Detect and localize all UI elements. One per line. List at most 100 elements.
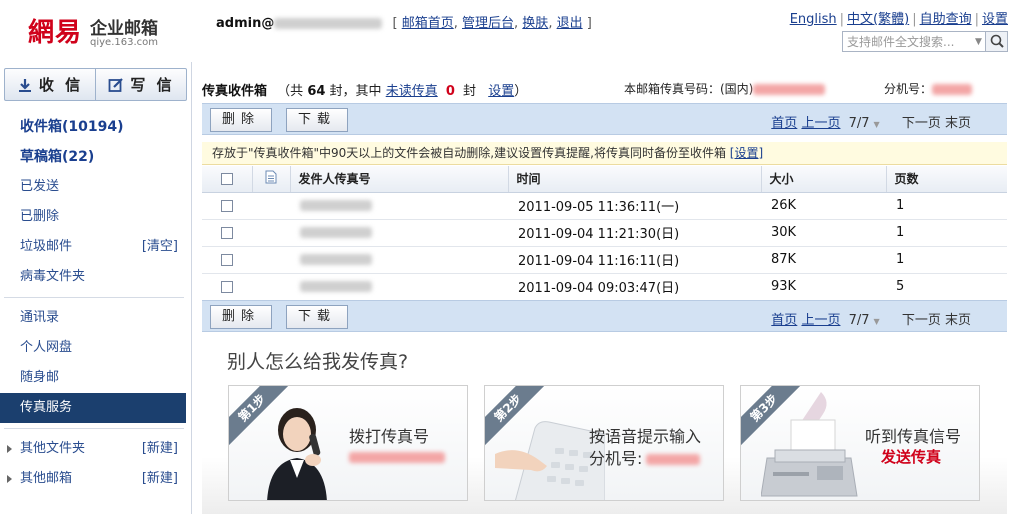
other-mailboxes[interactable]: 其他邮箱 [新建] [0, 464, 192, 494]
sender-fax-cell [290, 246, 508, 274]
time-cell: 2011-09-05 11:36:11(一) [508, 192, 761, 220]
logo[interactable]: 網易 企业邮箱 qiye.163.com [28, 8, 168, 48]
size-cell: 30K [761, 219, 886, 247]
next-page-text: 下一页 [901, 313, 941, 328]
link-mailbox-home[interactable]: 邮箱首页 [402, 16, 454, 31]
folder-deleted[interactable]: 已删除 [0, 202, 192, 232]
write-button[interactable]: 写 信 [96, 69, 187, 100]
select-all-cell [202, 166, 253, 193]
link-logout[interactable]: 退出 [557, 16, 583, 31]
link-skin[interactable]: 换肤 [522, 16, 548, 31]
redacted-extension [932, 84, 973, 95]
prev-page-link[interactable]: 上一页 [801, 116, 840, 131]
fax-total-count: 64 [307, 84, 326, 99]
col-sender-fax[interactable]: 发件人传真号 [290, 166, 509, 193]
notice-settings-link[interactable]: [设置] [730, 146, 763, 160]
delete-button[interactable]: 删除 [210, 108, 272, 132]
fax-table: 发件人传真号 时间 大小 页数 2011-09-05 11:36:11(一) 2… [202, 166, 1007, 301]
first-page-link[interactable]: 首页 [771, 313, 797, 328]
time-cell: 2011-09-04 09:03:47(日) [508, 273, 761, 301]
unread-fax-link[interactable]: 未读传真 [386, 84, 438, 99]
time-cell: 2011-09-04 11:21:30(日) [508, 219, 761, 247]
delete-button[interactable]: 删除 [210, 305, 272, 329]
search-box: ▼ [842, 31, 1008, 52]
new-mailbox-link[interactable]: [新建] [142, 464, 178, 494]
size-cell: 87K [761, 246, 886, 274]
search-icon [990, 34, 1004, 48]
folder-drafts[interactable]: 草稿箱(22) [0, 142, 192, 172]
link-self-query[interactable]: 自助查询 [920, 12, 972, 27]
compose-icon [108, 77, 124, 92]
step-3-text-2: 发送传真 [881, 448, 942, 466]
redacted-extension [646, 454, 701, 465]
link-traditional-chinese[interactable]: 中文(繁體) [847, 12, 909, 27]
user-bar: admin@ [ 邮箱首页, 管理后台, 换肤, 退出 ] [216, 16, 592, 31]
last-page-text: 末页 [944, 116, 971, 131]
folder-spam[interactable]: 垃圾邮件 [清空] [0, 232, 192, 262]
download-button[interactable]: 下载 [286, 108, 348, 132]
empty-spam-link[interactable]: [清空] [142, 232, 178, 262]
step-2-text-2: 分机号: [589, 445, 701, 469]
col-size[interactable]: 大小 [761, 166, 887, 193]
row-checkbox[interactable] [221, 253, 233, 266]
service-fax[interactable]: 传真服务 [0, 393, 186, 423]
search-dropdown-icon[interactable]: ▼ [975, 37, 982, 47]
count-prefix: （共 [277, 84, 304, 99]
fax-number-info: 本邮箱传真号码：(国内) [624, 80, 826, 97]
other-folders-label: 其他文件夹 [20, 441, 86, 456]
folder-sent[interactable]: 已发送 [0, 172, 192, 202]
service-netdisk[interactable]: 个人网盘 [0, 333, 192, 363]
row-checkbox[interactable] [221, 226, 233, 239]
table-row[interactable]: 2011-09-05 11:36:11(一) 26K 1 [202, 192, 1007, 220]
pager: 首页 上一页 7/7 ▼ 下一页 末页 [771, 112, 971, 131]
redacted-fax-number [349, 452, 445, 463]
redacted-sender [300, 200, 372, 211]
redacted-sender [300, 227, 372, 238]
pages-cell: 5 [886, 273, 1007, 301]
download-arrow-icon [18, 78, 31, 92]
size-cell: 26K [761, 192, 886, 220]
user-account: admin@ [216, 16, 275, 31]
page-indicator[interactable]: 7/7 [849, 116, 870, 131]
write-label: 写 信 [130, 76, 175, 94]
logo-product: 企业邮箱 [90, 19, 158, 39]
col-time[interactable]: 时间 [508, 166, 762, 193]
page-dropdown-icon[interactable]: ▼ [874, 120, 880, 129]
fax-number-label: 本邮箱传真号码：(国内) [624, 82, 754, 96]
folder-virus[interactable]: 病毒文件夹 [0, 262, 192, 292]
service-mobile-mail[interactable]: 随身邮 [0, 363, 192, 393]
logo-domain: qiye.163.com [90, 37, 158, 48]
link-settings[interactable]: 设置 [982, 12, 1008, 27]
receive-button[interactable]: 收 信 [5, 69, 96, 100]
expand-caret-icon[interactable] [7, 445, 12, 453]
table-row[interactable]: 2011-09-04 11:21:30(日) 30K 1 [202, 219, 1007, 247]
folder-list: 收件箱(10194) 草稿箱(22) 已发送 已删除 垃圾邮件 [清空] 病毒文… [0, 112, 192, 494]
download-button[interactable]: 下载 [286, 305, 348, 329]
table-row[interactable]: 2011-09-04 09:03:47(日) 93K 5 [202, 273, 1007, 301]
prev-page-link[interactable]: 上一页 [801, 313, 840, 328]
page-dropdown-icon[interactable]: ▼ [874, 317, 880, 326]
pages-cell: 1 [886, 192, 1007, 220]
row-checkbox[interactable] [221, 280, 233, 293]
expand-caret-icon[interactable] [7, 475, 12, 483]
top-links: English | 中文(繁體) | 自助查询 | 设置 [789, 12, 1008, 27]
link-admin[interactable]: 管理后台 [462, 16, 514, 31]
service-contacts[interactable]: 通讯录 [0, 303, 192, 333]
other-folders[interactable]: 其他文件夹 [新建] [0, 434, 192, 464]
search-button[interactable] [985, 32, 1007, 51]
promo-step-3: 第3步 听到传真信号 发送传真 [740, 385, 980, 501]
select-all-checkbox[interactable] [220, 173, 233, 186]
notice-bar: 存放于"传真收件箱"中90天以上的文件会被自动删除,建议设置传真提醒,将传真同时… [202, 142, 1007, 165]
page-indicator[interactable]: 7/7 [849, 313, 870, 328]
fax-settings-link[interactable]: 设置 [488, 84, 514, 99]
link-english[interactable]: English [790, 12, 837, 27]
step-1-text: 拨打传真号 [349, 427, 430, 446]
col-pages[interactable]: 页数 [886, 166, 1007, 193]
first-page-link[interactable]: 首页 [771, 116, 797, 131]
search-input[interactable] [843, 32, 973, 51]
new-folder-link[interactable]: [新建] [142, 434, 178, 464]
table-row[interactable]: 2011-09-04 11:16:11(日) 87K 1 [202, 246, 1007, 274]
folder-inbox[interactable]: 收件箱(10194) [0, 112, 192, 142]
row-checkbox[interactable] [221, 199, 233, 212]
unread-count: 0 [445, 84, 455, 99]
